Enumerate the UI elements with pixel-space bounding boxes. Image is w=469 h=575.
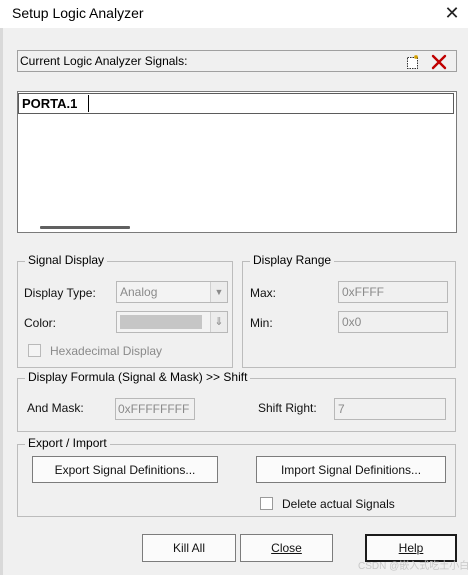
export-signal-definitions-button[interactable]: Export Signal Definitions... <box>32 456 218 483</box>
window-border <box>0 28 3 575</box>
shift-right-value: 7 <box>338 402 345 416</box>
help-label: Help <box>398 541 424 555</box>
signal-name-input[interactable] <box>18 93 454 114</box>
text-caret <box>88 95 89 112</box>
max-label: Max: <box>250 286 277 300</box>
delete-signal-button[interactable] <box>428 51 450 71</box>
and-mask-value: 0xFFFFFFFF <box>118 402 190 416</box>
display-type-value: Analog <box>120 285 158 299</box>
import-signal-definitions-button[interactable]: Import Signal Definitions... <box>256 456 446 483</box>
kill-all-button[interactable]: Kill All <box>142 534 236 562</box>
color-label: Color: <box>24 316 57 330</box>
kill-all-label: Kill All <box>172 541 205 555</box>
hexadecimal-display-label: Hexadecimal Display <box>50 344 163 358</box>
new-document-icon <box>407 55 418 69</box>
signals-header-label: Current Logic Analyzer Signals: <box>20 54 188 68</box>
horizontal-scrollbar[interactable] <box>40 226 130 229</box>
close-button[interactable]: Close <box>240 534 333 562</box>
watermark: CSDN @嵌入式吃土小白 <box>358 561 469 572</box>
signal-display-legend: Signal Display <box>25 253 108 267</box>
signals-list-gap <box>17 72 457 92</box>
delete-actual-signals-checkbox[interactable] <box>260 497 273 510</box>
export-import-legend: Export / Import <box>25 436 110 450</box>
max-value: 0xFFFF <box>342 285 384 299</box>
delete-actual-signals-label: Delete actual Signals <box>282 497 395 511</box>
new-signal-button[interactable] <box>402 51 424 71</box>
import-button-label: Import Signal Definitions... <box>280 462 422 477</box>
color-dropdown-icon: ⇓ <box>210 312 227 332</box>
export-button-label: Export Signal Definitions... <box>54 462 196 477</box>
chevron-down-icon: ▼ <box>210 282 227 302</box>
min-label: Min: <box>250 316 273 330</box>
close-label: Close <box>271 541 302 555</box>
delete-x-icon <box>431 54 447 70</box>
display-range-legend: Display Range <box>250 253 335 267</box>
shift-right-label: Shift Right: <box>258 401 317 415</box>
color-swatch <box>120 315 202 329</box>
and-mask-label: And Mask: <box>27 401 84 415</box>
min-value: 0x0 <box>342 315 362 329</box>
display-formula-legend: Display Formula (Signal & Mask) >> Shift <box>25 370 251 384</box>
signal-item[interactable]: PORTA.1 <box>22 96 77 111</box>
hexadecimal-display-checkbox[interactable] <box>28 344 41 357</box>
window-title: Setup Logic Analyzer <box>12 5 144 21</box>
display-type-label: Display Type: <box>24 286 96 300</box>
shift-right-field[interactable] <box>334 398 446 420</box>
close-window-icon[interactable]: ✕ <box>440 2 464 24</box>
